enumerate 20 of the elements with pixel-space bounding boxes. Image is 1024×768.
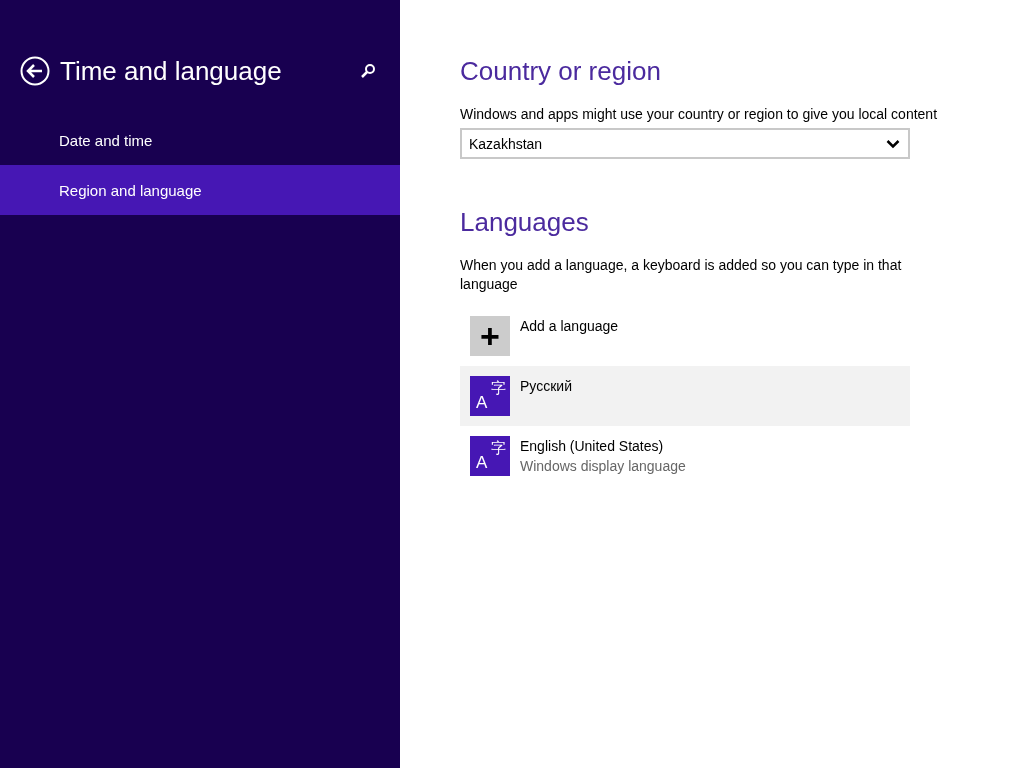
language-item[interactable]: A 字 English (United States) Windows display language <box>460 426 910 486</box>
country-dropdown[interactable]: Kazakhstan <box>460 128 910 159</box>
page-title: Time and language <box>60 55 283 87</box>
language-icon: A 字 <box>470 436 510 476</box>
section-heading: Languages <box>460 207 590 238</box>
language-item[interactable]: A 字 Русский <box>460 366 910 426</box>
back-icon[interactable] <box>20 56 50 86</box>
nav-item[interactable]: Date and time <box>0 115 400 165</box>
nav-item[interactable]: Region and language <box>0 165 400 215</box>
add-language-button[interactable]: + Add a language <box>460 306 910 366</box>
plus-icon: + <box>470 316 510 356</box>
search-icon[interactable] <box>360 63 376 79</box>
language-subtitle: Windows display language <box>520 457 686 476</box>
language-name: Русский <box>520 377 572 396</box>
language-icon: A 字 <box>470 376 510 416</box>
section-description: When you add a language, a keyboard is added so you can type in that language <box>460 256 903 294</box>
section-description: Windows and apps might use your country or region to give you local content <box>460 105 939 124</box>
language-name: English (United States) <box>520 437 664 456</box>
section-heading: Country or region <box>460 56 662 87</box>
chevron-icon <box>886 138 900 149</box>
